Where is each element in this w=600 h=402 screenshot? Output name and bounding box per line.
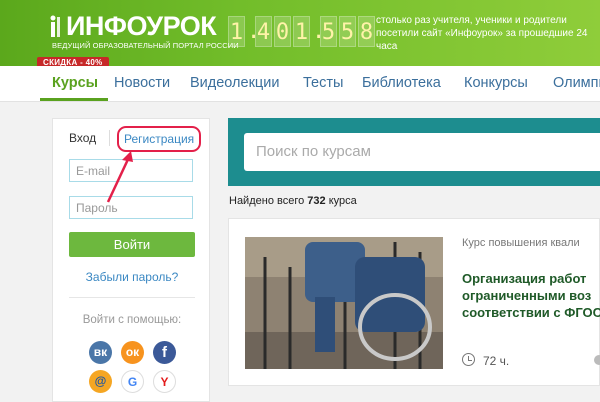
- tab-divider: [109, 130, 110, 146]
- login-button[interactable]: Войти: [69, 232, 195, 257]
- course-type: Курс повышения квали: [462, 237, 580, 249]
- google-icon[interactable]: G: [121, 370, 144, 393]
- course-image[interactable]: [245, 237, 443, 369]
- course-card[interactable]: Курс повышения квали Организация работ о…: [228, 218, 600, 386]
- forgot-password-link[interactable]: Забыли пароль?: [53, 270, 211, 284]
- counter-digit: 5: [320, 16, 337, 47]
- tab-register[interactable]: Регистрация: [117, 126, 202, 152]
- results-prefix: Найдено всего: [229, 195, 305, 207]
- coins-icon: [594, 355, 600, 365]
- course-title-line: ограниченными воз: [462, 288, 592, 303]
- counter-separator: .: [247, 19, 261, 44]
- main-nav: Курсы Новости Видеолекции Тесты Библиоте…: [0, 66, 600, 102]
- logo-mark-icon: [50, 15, 60, 37]
- counter-digit: 1: [228, 16, 245, 47]
- counter-digit: 5: [339, 16, 356, 47]
- facebook-icon[interactable]: f: [153, 341, 176, 364]
- counter-digit: 8: [358, 16, 375, 47]
- divider: [69, 297, 195, 298]
- nav-active-indicator: [40, 98, 108, 101]
- clock-icon: [462, 353, 475, 366]
- counter-caption: столько раз учителя, ученики и родители …: [376, 15, 588, 52]
- results-suffix: курса: [328, 195, 357, 207]
- nav-item-tests[interactable]: Тесты: [303, 75, 343, 91]
- counter-digit: 4: [255, 16, 272, 47]
- course-hours: 72 ч.: [483, 354, 510, 368]
- course-title[interactable]: Организация работ ограниченными воз соот…: [462, 270, 600, 321]
- odnoklassniki-icon[interactable]: ок: [121, 341, 144, 364]
- site-logo[interactable]: ИНФОУРОК: [50, 11, 217, 41]
- yandex-icon[interactable]: Y: [153, 370, 176, 393]
- logo-text: ИНФОУРОК: [66, 11, 217, 41]
- counter-digit: 0: [274, 16, 291, 47]
- logo-subtitle: ВЕДУЩИЙ ОБРАЗОВАТЕЛЬНЫЙ ПОРТАЛ РОССИИ: [52, 41, 239, 50]
- nav-item-news[interactable]: Новости: [114, 75, 170, 91]
- nav-item-library[interactable]: Библиотека: [362, 75, 441, 91]
- nav-item-videolectures[interactable]: Видеолекции: [190, 75, 279, 91]
- results-count: Найдено всего 732 курса: [229, 195, 357, 207]
- annotation-arrow-icon: [106, 151, 133, 203]
- nav-item-contests[interactable]: Конкурсы: [464, 75, 528, 91]
- course-title-line: соответствии с ФГОС: [462, 305, 600, 320]
- search-panel: Поиск по курсам: [228, 118, 600, 186]
- social-login-label: Войти с помощью:: [82, 314, 182, 326]
- nav-item-courses[interactable]: Курсы: [52, 75, 98, 91]
- vk-icon[interactable]: вк: [89, 341, 112, 364]
- visits-counter: 1 . 4 0 1 . 5 5 8: [228, 16, 375, 47]
- results-number: 732: [307, 195, 326, 207]
- search-input[interactable]: Поиск по курсам: [244, 133, 600, 171]
- mail-icon[interactable]: @: [89, 370, 112, 393]
- tab-login[interactable]: Вход: [69, 131, 96, 145]
- nav-item-olympiads[interactable]: Олимпи: [553, 75, 600, 91]
- counter-digit: 1: [293, 16, 310, 47]
- counter-separator: .: [312, 19, 326, 44]
- course-title-line: Организация работ: [462, 271, 587, 286]
- classroom-photo-icon: [245, 237, 443, 369]
